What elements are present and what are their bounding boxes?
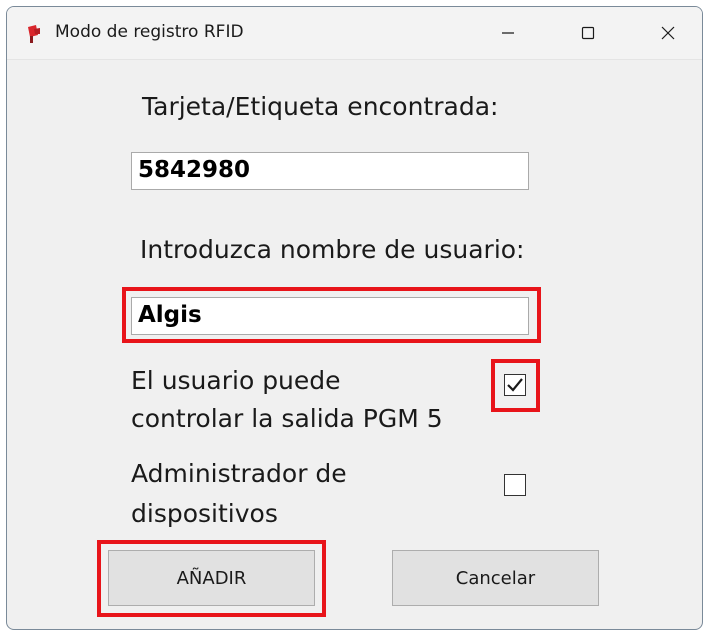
pgm-control-label-line2: controlar la salida PGM 5 xyxy=(131,404,443,433)
device-admin-label-line1: Administrador de xyxy=(131,459,347,488)
device-admin-label: Administrador de dispositivos xyxy=(131,454,347,534)
device-admin-label-line2: dispositivos xyxy=(131,499,278,528)
rfid-registration-window: Modo de registro RFID Tarjeta/Etiqueta e… xyxy=(6,6,703,630)
username-input[interactable]: Algis xyxy=(131,297,529,335)
cancel-button[interactable]: Cancelar xyxy=(392,550,599,606)
tag-value-field[interactable]: 5842980 xyxy=(131,152,529,190)
maximize-icon xyxy=(581,26,595,40)
close-icon xyxy=(661,26,675,40)
tag-found-label: Tarjeta/Etiqueta encontrada: xyxy=(142,92,499,121)
title-bar[interactable]: Modo de registro RFID xyxy=(7,7,702,60)
close-button[interactable] xyxy=(645,15,691,51)
maximize-button[interactable] xyxy=(565,15,611,51)
checkmark-icon xyxy=(507,378,523,392)
pgm-control-checkbox[interactable] xyxy=(504,374,526,396)
username-label: Introduzca nombre de usuario: xyxy=(140,235,525,264)
window-title: Modo de registro RFID xyxy=(55,22,244,42)
app-icon xyxy=(28,25,40,43)
minimize-icon xyxy=(502,32,514,34)
pgm-control-label-line1: El usuario puede xyxy=(131,366,341,395)
minimize-button[interactable] xyxy=(485,15,531,51)
add-button[interactable]: AÑADIR xyxy=(108,550,315,606)
pgm-control-label: El usuario puede controlar la salida PGM… xyxy=(131,362,443,438)
device-admin-checkbox[interactable] xyxy=(504,474,526,496)
